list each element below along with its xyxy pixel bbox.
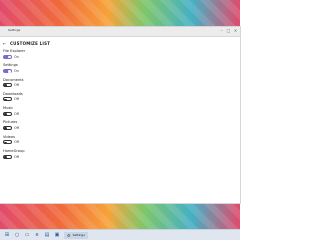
homegroup-toggle[interactable] [3, 154, 12, 159]
window-controls: – □ ✕ [219, 28, 238, 33]
edge-icon[interactable]: e [34, 232, 40, 238]
toggle-knob [4, 141, 7, 145]
list-item-file-explorer: File Explorer On [3, 49, 240, 63]
toggle-state: Off [14, 111, 20, 116]
downloads-toggle[interactable] [3, 97, 12, 102]
item-label: Music [3, 106, 14, 111]
gear-icon: ⚙ [67, 232, 71, 238]
taskbar: ⊞ ○ ▭ e ▤ ▣ ⚙ Settings [0, 229, 240, 240]
start-icon[interactable]: ⊞ [4, 232, 10, 238]
back-arrow-icon[interactable]: ← [3, 41, 8, 46]
search-icon[interactable]: ○ [14, 232, 20, 238]
item-label: Downloads [3, 91, 23, 96]
videos-toggle[interactable] [3, 140, 12, 145]
item-label: Settings [3, 63, 18, 68]
list-item-documents: Documents Off [3, 78, 240, 92]
file-explorer-toggle[interactable] [3, 54, 12, 59]
list-item-pictures: Pictures Off [3, 120, 240, 134]
music-toggle[interactable] [3, 111, 12, 116]
toggle-knob [4, 127, 7, 130]
toggle-state: On [14, 54, 19, 59]
taskbar-app-settings[interactable]: ⚙ Settings [64, 231, 88, 239]
toggle-state: Off [14, 154, 20, 159]
store-icon[interactable]: ▣ [54, 232, 60, 238]
item-label: Documents [3, 77, 24, 82]
window-title: Settings [8, 28, 21, 32]
titlebar: Settings – □ ✕ [0, 27, 240, 37]
toggle-state: Off [14, 126, 20, 131]
taskbar-app-label: Settings [72, 233, 85, 237]
page-title: CUSTOMIZE LIST [10, 40, 51, 46]
item-label: Pictures [3, 120, 18, 125]
item-label: HomeGroup [3, 149, 25, 154]
toggle-state: On [14, 68, 19, 73]
toggle-knob [4, 98, 7, 102]
toggle-knob [4, 113, 7, 116]
toggle-state: Off [14, 83, 20, 88]
list-item-music: Music Off [3, 106, 240, 120]
folder-list: File Explorer On Settings On Documents O… [0, 49, 240, 163]
list-item-videos: Videos Off [3, 135, 240, 149]
page-header: ← CUSTOMIZE LIST [0, 37, 240, 49]
toggle-state: Off [14, 97, 20, 102]
file-explorer-icon[interactable]: ▤ [44, 232, 50, 238]
documents-toggle[interactable] [3, 83, 12, 88]
toggle-knob [4, 84, 7, 88]
close-icon[interactable]: ✕ [233, 28, 238, 33]
maximize-icon[interactable]: □ [226, 28, 231, 33]
toggle-knob [4, 155, 7, 159]
toggle-state: Off [14, 140, 20, 145]
list-item-settings: Settings On [3, 63, 240, 77]
list-item-downloads: Downloads Off [3, 92, 240, 106]
minimize-icon[interactable]: – [219, 28, 224, 33]
item-label: Videos [3, 134, 15, 139]
list-item-homegroup: HomeGroup Off [3, 149, 240, 163]
task-view-icon[interactable]: ▭ [24, 232, 30, 238]
item-label: File Explorer [3, 49, 26, 53]
settings-toggle[interactable] [3, 68, 12, 73]
toggle-knob [8, 55, 11, 59]
settings-window: Settings – □ ✕ ← CUSTOMIZE LIST File Exp… [0, 27, 240, 203]
toggle-knob [8, 70, 11, 73]
pictures-toggle[interactable] [3, 126, 12, 131]
